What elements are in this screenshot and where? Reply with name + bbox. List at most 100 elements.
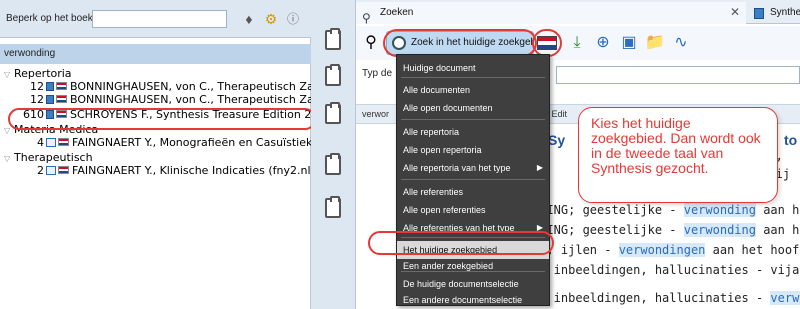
result-line[interactable]: 1, inbeeldingen, hallucinaties - vijand … [532,263,800,277]
gear-icon[interactable]: ⚙ [262,10,280,28]
result-highlight: verwondingen [618,243,706,257]
search-input-label: Typ de [362,68,393,79]
flag-icon [58,166,69,174]
tree-item[interactable]: 12 BÖNNINGHAUSEN, von C., Therapeutisch Z… [0,81,311,93]
tab-synthesis-label: Synthesis Tr [770,7,800,18]
tab-zoeken-label: Zoeken [380,7,414,18]
search-input[interactable] [556,66,800,84]
book-filter-bar: Beperk op het boek: ♦ ⚙ ⓘ [0,0,311,38]
menu-item-label: Alle repertoria [403,127,460,137]
menu-item-label: De huidige documentselectie [403,279,519,289]
annotation-callout: Kies het huidige zoekgebied. Dan wordt o… [578,107,778,203]
search-icon[interactable]: ⚲ [360,32,382,54]
result-highlight: verwonding [683,203,756,217]
close-icon[interactable]: ✕ [728,2,742,22]
menu-item-label: Huidige document [403,63,476,73]
annotation-oval-menu-item [368,231,554,255]
clipboard-icon[interactable] [325,102,341,124]
menu-separator [401,119,545,120]
flag-icon [58,138,69,146]
folder-icon[interactable]: 📁 [644,32,666,54]
result-text: 1, inbeeldingen, hallucinaties - [532,291,771,305]
book-results-panel: Beperk op het boek: ♦ ⚙ ⓘ verwonding ▽ Re… [0,0,316,309]
open-book-icon [46,138,56,147]
hit-count: 12 [30,94,44,106]
result-suffix: aan h [755,203,800,217]
menu-item-label: Alle referenties [403,187,464,197]
menu-item[interactable]: Een ander zoekgebied [397,257,549,275]
book-filter-input[interactable] [92,10,227,28]
flag-icon [56,82,67,90]
results-title: Sy [548,132,566,148]
clipboard-icon[interactable] [325,196,341,218]
result-highlight: verwonding [683,223,756,237]
hit-count: 4 [37,137,44,149]
menu-item-label: Alle open repertoria [403,145,482,155]
tree-item-label: BÖNNINGHAUSEN, von C., Therapeutisch Zak [70,94,311,106]
menu-item[interactable]: Alle open referenties [397,201,549,219]
menu-item-label: Een andere documentselectie [403,295,523,305]
menu-item-label: Alle repertoria van het type [403,163,511,173]
clipboard-strip [311,0,356,309]
tree-group-label: Repertoria [14,68,72,80]
menu-item-label: Alle open referenties [403,205,486,215]
result-highlight: verwond [770,291,800,305]
book-icon [46,82,54,91]
menu-item-label: Een ander zoekgebied [403,261,494,271]
results-header-left: verwor [362,109,390,119]
result-text: 1, inbeeldingen, hallucinaties - vijand … [532,263,800,277]
tree-item[interactable]: 2 FAINGNAERT Y., Klinische Indicaties (fn… [0,165,311,177]
menu-item[interactable]: Huidige document [397,59,549,77]
book-icon [754,8,764,19]
hit-count: 2 [37,165,44,177]
clipboard-icon[interactable] [325,153,341,175]
tag-icon[interactable]: ♦ [240,10,258,28]
clipboard-check-icon[interactable] [325,64,341,86]
annotation-oval-dropdown [383,29,537,57]
submenu-arrow-icon: ▶ [536,163,543,172]
menu-item[interactable]: Alle open repertoria [397,141,549,159]
result-suffix: aan het hoofd [705,243,800,257]
book-icon [46,95,54,104]
menu-item[interactable]: Alle referenties [397,183,549,201]
zoom-add-icon[interactable]: ⊕ [592,32,614,54]
result-line[interactable]: RRING; geestelijke - verwonding aan h [532,223,799,237]
download-icon[interactable]: ⤓ [566,32,588,54]
tree-group[interactable]: ▽ Repertoria [0,68,311,80]
help-icon[interactable]: ⓘ [284,10,302,28]
expand-icon[interactable]: ▽ [4,69,14,80]
tree-item-label: FAINGNAERT Y., Klinische Indicaties (fny… [72,165,311,177]
result-line[interactable]: RRING; geestelijke - verwonding aan h [532,203,799,217]
menu-separator [401,271,545,272]
annotation-oval-flag [532,29,562,57]
menu-item[interactable]: Alle repertoria van het type ▶ [397,159,549,177]
tree-item-label: BÖNNINGHAUSEN, von C., Therapeutisch Zak [70,81,311,93]
menu-item[interactable]: Een andere documentselectie [397,291,549,309]
result-line[interactable]: IM, ijlen - verwondingen aan het hoofd [532,243,800,257]
result-line[interactable]: 1, inbeeldingen, hallucinaties - verwond [532,291,800,305]
menu-item-label: Alle documenten [403,85,471,95]
menu-item[interactable]: Alle open documenten [397,99,549,117]
tree-item[interactable]: 4 FAINGNAERT Y., Monografieën en Casuïsti… [0,137,311,149]
menu-item[interactable]: Alle documenten [397,81,549,99]
tree-group-label: Therapeutisch [14,152,93,164]
tab-zoeken[interactable]: ⚲ Zoeken [356,2,746,25]
tree-group[interactable]: ▽ Therapeutisch [0,152,311,164]
search-scope-menu: Huidige document Alle documenten Alle open… [396,54,550,306]
save-icon[interactable]: ▣ [618,32,640,54]
book-filter-label: Beperk op het boek: [6,13,96,24]
search-term-bar: verwonding [0,44,311,64]
expand-icon[interactable]: ▽ [4,153,14,164]
result-text: RRING; geestelijke - [532,223,684,237]
chart-icon[interactable]: ∿ [670,32,692,54]
clipboard-icon[interactable] [325,28,341,50]
tab-synthesis[interactable]: Synthesis Tr [748,2,800,24]
tree-item-label: FAINGNAERT Y., Monografieën en Casuïstie… [72,137,311,149]
flag-icon [56,95,67,103]
menu-separator [401,77,545,78]
annotation-oval-selected-book [8,108,316,130]
menu-item[interactable]: Alle repertoria [397,123,549,141]
tree-item[interactable]: 12 BÖNNINGHAUSEN, von C., Therapeutisch Z… [0,94,311,106]
open-book-icon [46,166,56,175]
result-suffix: aan h [755,223,800,237]
